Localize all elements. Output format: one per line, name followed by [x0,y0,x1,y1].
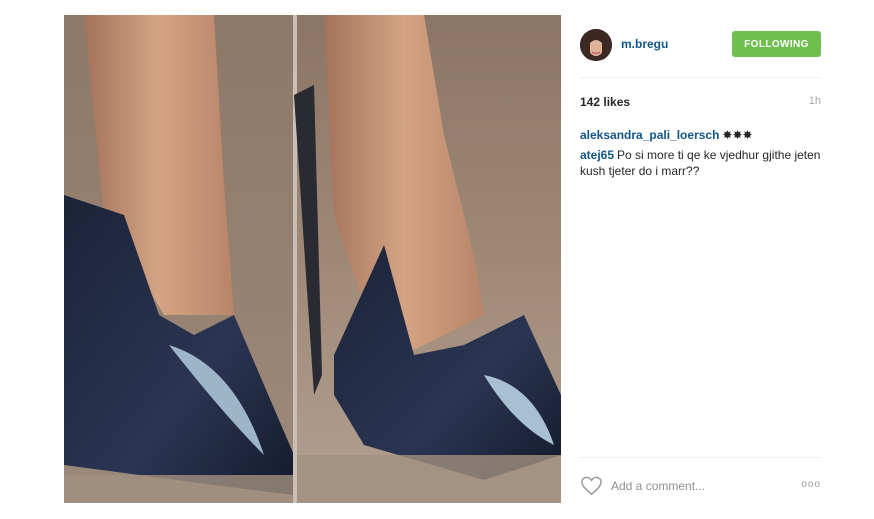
avatar-image [580,29,612,61]
comment-item: atej65 Po si more ti qe ke vjedhur gjithe… [580,147,821,179]
comment-item: aleksandra_pali_loersch ✸✸✸ [580,127,821,143]
comment-username[interactable]: aleksandra_pali_loersch [580,128,719,142]
post-footer: ooo [580,457,821,504]
post-image[interactable] [64,15,561,503]
more-options-icon[interactable]: ooo [801,480,821,490]
username-link[interactable]: m.bregu [621,37,668,51]
post-header: m.bregu FOLLOWING [580,29,821,78]
add-comment-input[interactable] [611,477,771,495]
comment-username[interactable]: atej65 [580,148,614,162]
comment-text: Po si more ti qe ke vjedhur gjithe jeten… [580,148,821,178]
following-button[interactable]: FOLLOWING [732,31,821,57]
post-meta: 142 likes 1h [580,95,821,111]
avatar[interactable] [580,29,612,61]
comments-list: aleksandra_pali_loersch ✸✸✸ atej65 Po si m… [580,127,821,183]
likes-count[interactable]: 142 likes [580,95,630,109]
post-sidebar: m.bregu FOLLOWING 142 likes 1h aleksandr… [561,15,874,503]
heart-icon[interactable] [580,476,603,496]
comment-text: ✸✸✸ [722,128,753,142]
post-timestamp[interactable]: 1h [809,95,821,107]
post-photo [64,15,561,503]
